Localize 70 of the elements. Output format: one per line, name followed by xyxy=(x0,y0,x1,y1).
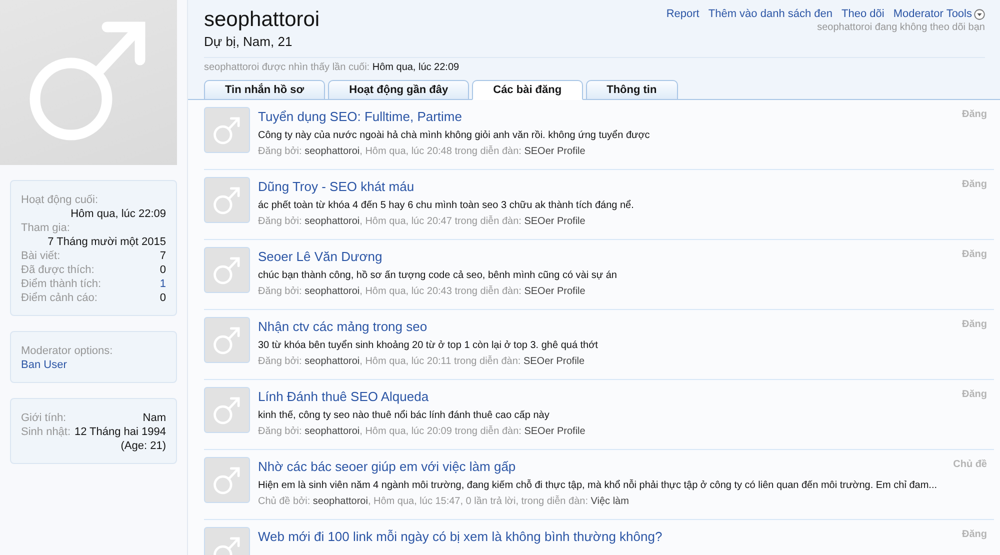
dropdown-icon xyxy=(974,8,985,20)
post-snippet: Hiện em là sinh viên năm 4 ngành môi trường, đang kiếm chỗ đi thực tập, mà khổ nỗi phải thực tập ở công ty có liên quan đến môi trường. Em chỉ đam... xyxy=(258,479,938,492)
post-title-link[interactable]: Web mới đi 100 link mỗi ngày có bị xem là không bình thường không? xyxy=(258,529,954,545)
post-meta: Đăng bởi: seophattoroi, Hôm qua, lúc 20:09 trong diễn đàn: SEOer Profile xyxy=(258,425,586,438)
stat-value: 7 Tháng mười một 2015 xyxy=(46,235,166,249)
forum-link[interactable]: SEOer Profile xyxy=(524,216,586,227)
forum-link[interactable]: SEOer Profile xyxy=(524,286,586,297)
stat-value: 0 xyxy=(160,291,166,305)
post-type-label: Đăng xyxy=(962,318,987,332)
post-type-label: Đăng xyxy=(962,178,987,192)
stat-label: Điểm thành tích: xyxy=(21,277,102,291)
post-meta: Đăng bởi: seophattoroi, Hôm qua, lúc 20:48 trong diễn đàn: SEOer Profile xyxy=(258,145,586,158)
stat-value: 7 xyxy=(160,249,166,263)
profile-tab[interactable]: Các bài đăng xyxy=(472,80,583,100)
post-title-link[interactable]: Lính Đánh thuê SEO Alqueda xyxy=(258,389,954,405)
author-link[interactable]: seophattoroi xyxy=(304,356,360,367)
stat-label: Điểm cảnh cáo: xyxy=(21,291,98,305)
stat-link[interactable]: 1 xyxy=(160,277,166,291)
action-link[interactable]: Thêm vào danh sách đen xyxy=(708,8,833,20)
author-link[interactable]: seophattoroi xyxy=(304,426,360,437)
post-title-link[interactable]: Tuyển dụng SEO: Fulltime, Partime xyxy=(258,109,954,125)
forum-link[interactable]: SEOer Profile xyxy=(524,146,586,157)
ban-user-link[interactable]: Ban User xyxy=(21,359,67,371)
post-meta: Đăng bởi: seophattoroi, Hôm qua, lúc 20:43 trong diễn đàn: SEOer Profile xyxy=(258,285,586,298)
moderator-label: Moderator options: xyxy=(21,344,114,358)
author-link[interactable]: seophattoroi xyxy=(304,216,360,227)
post-title-link[interactable]: Dũng Troy - SEO khát máu xyxy=(258,179,954,195)
member-subtitle: Dự bị, Nam, 21 xyxy=(204,34,294,49)
username: seophattoroi xyxy=(204,8,320,32)
post-snippet: kinh thế, công ty seo nào thuê nổi bác lính đánh thuê cao cấp này xyxy=(258,409,550,422)
post-type-label: Đăng xyxy=(962,528,987,542)
author-link[interactable]: seophattoroi xyxy=(304,286,360,297)
author-link[interactable]: seophattoroi xyxy=(312,496,368,507)
stat-label: Tham gia: xyxy=(21,221,71,235)
profile-tab[interactable]: Thông tin xyxy=(586,80,678,100)
last-seen-text: seophattoroi được nhìn thấy lần cuối: Hôm qua, lúc 22:09 xyxy=(204,61,460,75)
post-meta: Chủ đề bởi: seophattoroi, Hôm qua, lúc 15:47, 0 lần trả lời, trong diễn đàn: Việc làm xyxy=(258,495,630,508)
action-link[interactable]: Report xyxy=(666,8,700,20)
post-type-label: Đăng xyxy=(962,388,987,402)
post-meta: Đăng bởi: seophattoroi, Hôm qua, lúc 20:11 trong diễn đàn: SEOer Profile xyxy=(258,355,586,368)
post-type-label: Đăng xyxy=(962,108,987,122)
stat-label: Bài viết: xyxy=(21,249,60,263)
stat-label: Đã được thích: xyxy=(21,263,94,277)
action-link[interactable]: Theo dõi xyxy=(842,8,884,20)
post-title-link[interactable]: Nhận ctv các mảng trong seo xyxy=(258,319,954,335)
info-value: 12 Tháng hai 1994 xyxy=(74,425,166,439)
author-link[interactable]: seophattoroi xyxy=(304,146,360,157)
info-label: Giới tính: xyxy=(21,411,66,425)
stat-value: 0 xyxy=(160,263,166,277)
post-title-link[interactable]: Nhờ các bác seoer giúp em với việc làm gấp xyxy=(258,459,946,475)
moderator-tools-menu[interactable]: Moderator Tools xyxy=(893,8,985,20)
age-note: (Age: 21) xyxy=(120,439,166,453)
follow-note: seophattoroi đang không theo dõi bạn xyxy=(817,22,985,33)
profile-tab[interactable]: Hoạt động gần đây xyxy=(328,80,470,100)
post-snippet: chúc bạn thành công, hồ sơ ấn tượng code cả seo, bênh mình cũng có vài sự án xyxy=(258,269,618,282)
post-type-label: Chủ đề xyxy=(953,458,987,472)
post-meta: Đăng bởi: seophattoroi, Hôm qua, lúc 20:47 trong diễn đàn: SEOer Profile xyxy=(258,215,586,228)
post-snippet: ác phết toàn từ khóa 4 đến 5 hay 6 chu mình toàn seo 3 chữu ak thành tích đáng nể. xyxy=(258,199,635,212)
stat-label: Hoạt động cuối: xyxy=(21,193,100,207)
info-label: Sinh nhật: xyxy=(21,425,71,439)
post-title-link[interactable]: Seoer Lê Văn Dương xyxy=(258,249,954,265)
info-value: Nam xyxy=(142,411,166,425)
forum-link[interactable]: SEOer Profile xyxy=(523,356,585,367)
forum-link[interactable]: Việc làm xyxy=(590,496,629,507)
post-snippet: 30 từ khóa bên tuyển sinh khoảng 20 từ ở top 1 còn lại ở top 3. ghê quá thớt xyxy=(258,339,599,352)
post-snippet: Công ty này của nước ngoài hả chà mình không giỏi anh văn rồi. không ứng tuyển được xyxy=(258,129,651,142)
profile-tab[interactable]: Tin nhắn hồ sơ xyxy=(204,80,326,100)
post-type-label: Đăng xyxy=(962,248,987,262)
stat-value: Hôm qua, lúc 22:09 xyxy=(70,207,166,221)
forum-link[interactable]: SEOer Profile xyxy=(524,426,586,437)
